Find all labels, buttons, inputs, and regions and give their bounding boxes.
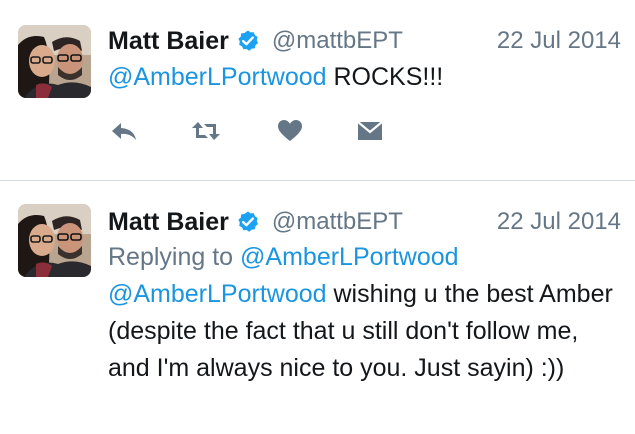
verified-badge-icon — [236, 29, 260, 53]
reply-icon — [112, 123, 136, 140]
avatar[interactable] — [18, 204, 91, 277]
verified-badge-icon — [236, 210, 260, 234]
author-name[interactable]: Matt Baier — [108, 208, 229, 237]
tweet-text: Replying to @AmberLPortwood @AmberLPortwo… — [108, 239, 615, 387]
mention-link[interactable]: @AmberLPortwood — [108, 280, 327, 308]
avatar[interactable] — [18, 25, 91, 98]
avatar-photo — [18, 25, 91, 98]
retweet-icon — [192, 122, 220, 140]
tweet-feed: Matt Baier @mattbEPT 22 Jul 2014 @AmberL… — [0, 0, 635, 434]
tweet[interactable]: Matt Baier @mattbEPT 22 Jul 2014 Replyin… — [0, 181, 635, 434]
tweet-date[interactable]: 22 Jul 2014 — [497, 208, 621, 236]
tweet-text: @AmberLPortwood ROCKS!!! — [108, 59, 615, 96]
replying-to-link[interactable]: @AmberLPortwood — [240, 243, 459, 271]
author-handle[interactable]: @mattbEPT — [272, 208, 403, 236]
author-name[interactable]: Matt Baier — [108, 27, 229, 56]
retweet-button[interactable] — [190, 116, 222, 146]
avatar-photo — [18, 204, 91, 277]
like-button[interactable] — [274, 116, 306, 146]
direct-message-button[interactable] — [354, 116, 386, 146]
reply-button[interactable] — [108, 116, 140, 146]
tweet-actions — [108, 116, 398, 146]
heart-icon — [278, 120, 302, 141]
tweet-header: Matt Baier @mattbEPT 22 Jul 2014 — [108, 205, 621, 239]
tweet-header: Matt Baier @mattbEPT 22 Jul 2014 — [108, 24, 621, 58]
tweet-date[interactable]: 22 Jul 2014 — [497, 27, 621, 55]
tweet[interactable]: Matt Baier @mattbEPT 22 Jul 2014 @AmberL… — [0, 0, 635, 180]
mention-link[interactable]: @AmberLPortwood — [108, 63, 327, 91]
replying-to-label: Replying to — [108, 243, 241, 271]
author-handle[interactable]: @mattbEPT — [272, 27, 403, 55]
envelope-icon — [357, 121, 383, 140]
tweet-text-content: ROCKS!!! — [326, 63, 444, 91]
